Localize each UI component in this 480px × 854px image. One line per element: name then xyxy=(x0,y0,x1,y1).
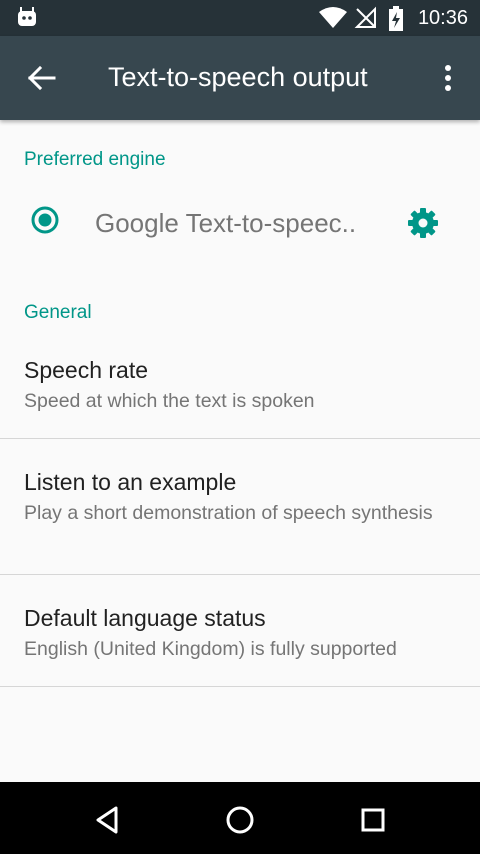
gear-icon[interactable] xyxy=(406,206,440,240)
preferred-engine-header: Preferred engine xyxy=(24,149,166,170)
engine-label[interactable]: Google Text-to-speec.. xyxy=(95,208,356,239)
language-status-title: Default language status xyxy=(24,605,266,631)
back-triangle-icon[interactable] xyxy=(90,802,126,838)
general-header: General xyxy=(24,302,92,323)
divider xyxy=(0,686,480,687)
listen-example-item[interactable]: Listen to an example Play a short demons… xyxy=(0,439,480,574)
home-circle-icon[interactable] xyxy=(222,802,258,838)
speech-rate-summary: Speed at which the text is spoken xyxy=(24,390,315,412)
arrow-back-icon[interactable] xyxy=(26,64,58,92)
speech-rate-item[interactable]: Speech rate Speed at which the text is s… xyxy=(0,340,480,438)
language-status-summary: English (United Kingdom) is fully suppor… xyxy=(24,638,397,660)
app-toolbar: Text-to-speech output xyxy=(0,36,480,120)
battery-charging-icon xyxy=(389,6,403,31)
no-signal-icon xyxy=(354,6,376,28)
android-debug-icon xyxy=(18,7,36,26)
status-time: 10:36 xyxy=(417,7,468,29)
listen-example-title: Listen to an example xyxy=(24,469,237,495)
more-vert-icon[interactable] xyxy=(436,64,460,92)
engine-row[interactable]: Google Text-to-speec.. xyxy=(0,182,480,266)
status-bar: 10:36 xyxy=(0,0,480,36)
page-title: Text-to-speech output xyxy=(108,62,368,92)
navigation-bar xyxy=(0,782,480,854)
wifi-icon xyxy=(319,7,347,28)
language-status-item[interactable]: Default language status English (United … xyxy=(0,575,480,686)
listen-example-summary: Play a short demonstration of speech syn… xyxy=(24,502,433,524)
recents-square-icon[interactable] xyxy=(355,802,391,838)
radio-selected-icon[interactable] xyxy=(31,206,59,234)
speech-rate-title: Speech rate xyxy=(24,357,149,383)
